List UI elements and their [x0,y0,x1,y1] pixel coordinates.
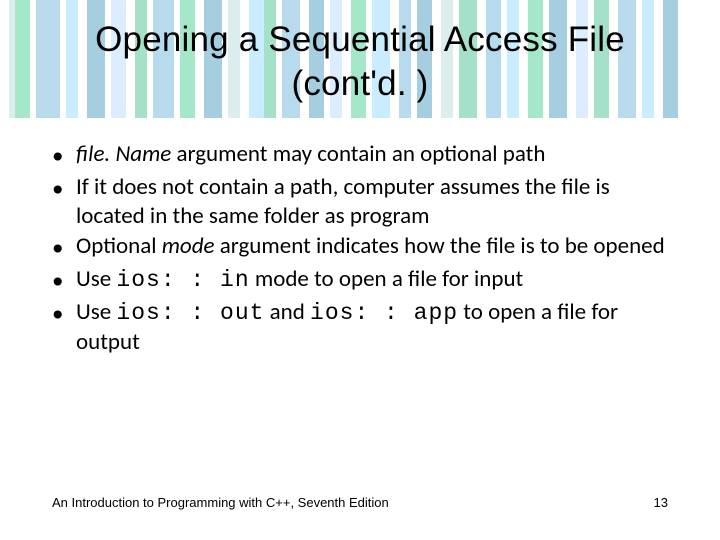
code-literal: ios: : app [310,300,458,326]
bullet-text: Use ios: : out and ios: : app to open a … [76,298,672,357]
text-fragment: Use [76,265,116,293]
bullet-item: • Use ios: : out and ios: : app to open … [52,298,672,357]
text-fragment: Optional [76,232,162,260]
slide-title: Opening a Sequential Access File (cont'd… [0,18,720,106]
bullet-item: • Optional mode argument indicates how t… [52,232,672,263]
text-fragment: argument indicates how the file is to be… [215,232,665,260]
bullet-text: Optional mode argument indicates how the… [76,232,672,263]
bullet-marker: • [52,298,76,357]
slide: Opening a Sequential Access File (cont'd… [0,0,720,540]
bullet-marker: • [52,265,76,296]
slide-body: • file. Name argument may contain an opt… [52,140,672,358]
bullet-text: file. Name argument may contain an optio… [76,140,672,171]
bullet-text: Use ios: : in mode to open a file for in… [76,265,672,296]
text-fragment: argument may contain an optional path [171,140,545,168]
bullet-marker: • [52,232,76,263]
bullet-item: • If it does not contain a path, compute… [52,173,672,231]
title-line-1: Opening a Sequential Access File [95,20,625,59]
bullet-item: • file. Name argument may contain an opt… [52,140,672,171]
bullet-marker: • [52,140,76,171]
code-literal: ios: : out [116,300,264,326]
footer-source: An Introduction to Programming with C++,… [52,495,389,510]
code-literal: ios: : in [116,267,249,293]
bullet-text: If it does not contain a path, computer … [76,173,672,231]
text-fragment: mode to open a file for input [250,265,524,293]
text-fragment: Use [76,298,116,326]
title-band: Opening a Sequential Access File (cont'd… [0,0,720,118]
bullet-item: • Use ios: : in mode to open a file for … [52,265,672,296]
title-line-2: (cont'd. ) [291,64,428,103]
bullet-marker: • [52,173,76,231]
text-fragment: and [264,298,310,326]
argument-name: file. Name [76,140,171,168]
argument-name: mode [162,232,215,260]
page-number: 13 [654,495,668,510]
